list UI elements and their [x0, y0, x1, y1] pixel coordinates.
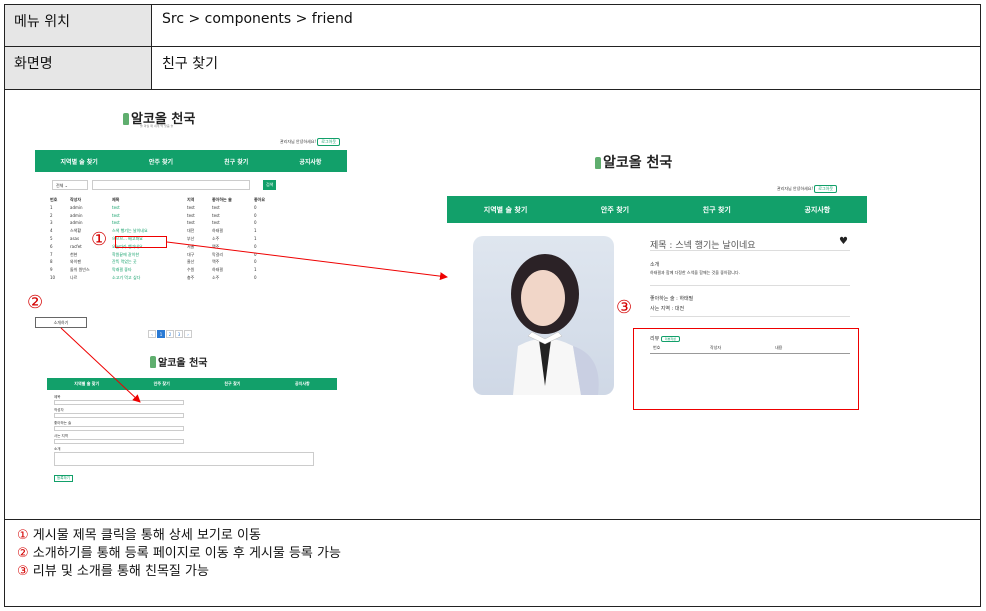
arrow-to-form [60, 327, 141, 403]
arrows-layer [60, 241, 448, 403]
note-3: ③ 리뷰 및 소개를 통해 친목질 가능 [17, 563, 968, 581]
screenshot-area: 알코올 천국 술 마실 때 내게 딱 맞춤 술 관리자님 안녕하세요! 로그아웃… [5, 90, 980, 520]
note-1-text: 게시물 제목 클릭을 통해 상세 보기로 이동 [28, 528, 261, 543]
note-2-num: ② [17, 546, 29, 561]
menu-location-row: 메뉴 위치 Src > components > friend [5, 5, 980, 47]
arrow-to-detail [166, 241, 448, 281]
note-2-text: 소개하기를 통해 등록 페이지로 이동 후 게시물 등록 가능 [28, 546, 341, 561]
note-1: ① 게시물 제목 클릭을 통해 상세 보기로 이동 [17, 527, 968, 545]
note-1-num: ① [17, 528, 29, 543]
screen-name-value: 친구 찾기 [162, 56, 218, 72]
note-2: ② 소개하기를 통해 등록 페이지로 이동 후 게시물 등록 가능 [17, 545, 968, 563]
menu-location-label: 메뉴 위치 [5, 5, 152, 46]
description-notes: ① 게시물 제목 클릭을 통해 상세 보기로 이동 ② 소개하기를 통해 등록 … [5, 521, 980, 587]
menu-location-value: Src > components > friend [162, 11, 353, 27]
screen-name-row: 화면명 친구 찾기 [5, 47, 980, 90]
note-3-text: 리뷰 및 소개를 통해 친목질 가능 [28, 564, 209, 579]
note-3-num: ③ [17, 564, 29, 579]
screen-name-label: 화면명 [5, 47, 152, 89]
document-frame: 메뉴 위치 Src > components > friend 화면명 친구 찾… [4, 4, 981, 607]
